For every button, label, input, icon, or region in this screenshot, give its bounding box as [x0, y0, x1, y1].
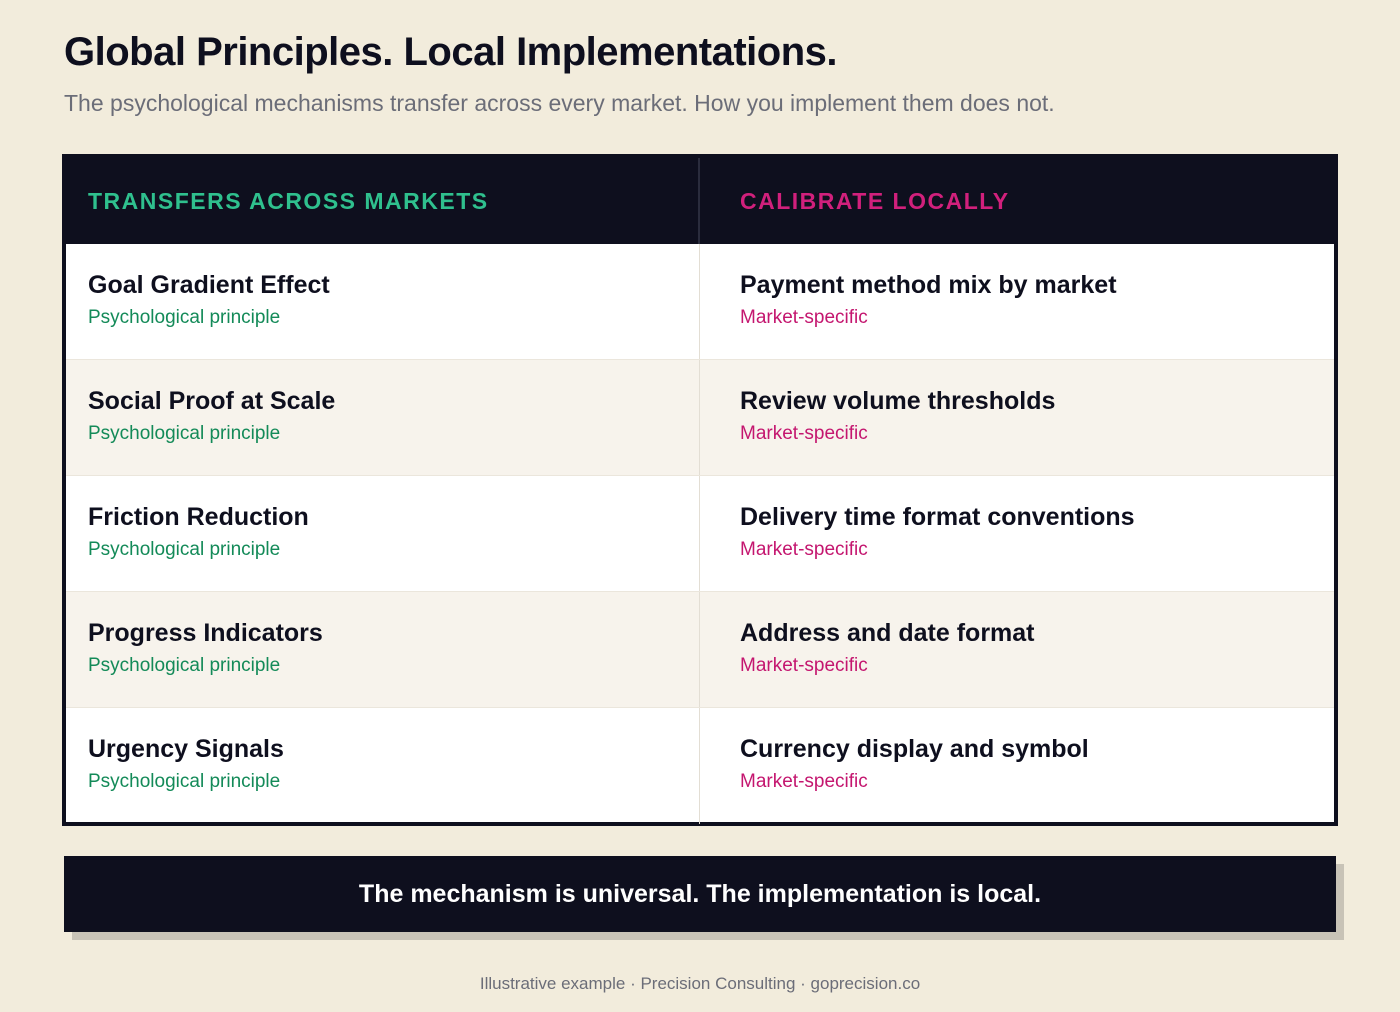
local-cell: Currency display and symbol Market-speci…: [700, 708, 1334, 824]
comparison-table: TRANSFERS ACROSS MARKETS CALIBRATE LOCAL…: [62, 154, 1338, 826]
local-title: Review volume thresholds: [740, 387, 1056, 415]
principle-tag: Psychological principle: [88, 307, 281, 328]
principle-title: Friction Reduction: [88, 503, 309, 531]
principle-cell: Friction Reduction Psychological princip…: [66, 476, 700, 591]
table-row: Goal Gradient Effect Psychological princ…: [66, 244, 1334, 360]
local-tag: Market-specific: [740, 771, 868, 792]
principle-tag: Psychological principle: [88, 423, 281, 444]
local-title: Delivery time format conventions: [740, 503, 1135, 531]
table-row: Urgency Signals Psychological principle …: [66, 708, 1334, 824]
local-cell: Address and date format Market-specific: [700, 592, 1334, 707]
local-tag: Market-specific: [740, 655, 868, 676]
table-row: Friction Reduction Psychological princip…: [66, 476, 1334, 592]
principle-cell: Progress Indicators Psychological princi…: [66, 592, 700, 707]
page-subtitle: The psychological mechanisms transfer ac…: [64, 90, 1055, 116]
local-title: Payment method mix by market: [740, 271, 1117, 299]
principle-title: Goal Gradient Effect: [88, 271, 330, 299]
principle-cell: Goal Gradient Effect Psychological princ…: [66, 244, 700, 359]
local-tag: Market-specific: [740, 423, 868, 444]
local-cell: Payment method mix by market Market-spec…: [700, 244, 1334, 359]
principle-tag: Psychological principle: [88, 771, 281, 792]
principle-cell: Social Proof at Scale Psychological prin…: [66, 360, 700, 475]
column-heading-transfers: TRANSFERS ACROSS MARKETS: [66, 158, 700, 244]
local-tag: Market-specific: [740, 539, 868, 560]
principle-cell: Urgency Signals Psychological principle: [66, 708, 700, 824]
column-heading-calibrate: CALIBRATE LOCALLY: [740, 187, 1010, 214]
local-cell: Delivery time format conventions Market-…: [700, 476, 1334, 591]
local-cell: Review volume thresholds Market-specific: [700, 360, 1334, 475]
local-tag: Market-specific: [740, 307, 868, 328]
principle-title: Social Proof at Scale: [88, 387, 336, 415]
local-title: Address and date format: [740, 619, 1035, 647]
principle-title: Progress Indicators: [88, 619, 323, 647]
table-row: Social Proof at Scale Psychological prin…: [66, 360, 1334, 476]
footer-credit: Illustrative example · Precision Consult…: [479, 974, 921, 993]
page-title: Global Principles. Local Implementations…: [64, 30, 838, 74]
table-header: TRANSFERS ACROSS MARKETS CALIBRATE LOCAL…: [66, 158, 1334, 244]
principle-tag: Psychological principle: [88, 655, 281, 676]
principle-tag: Psychological principle: [88, 539, 281, 560]
table-row: Progress Indicators Psychological princi…: [66, 592, 1334, 708]
principle-title: Urgency Signals: [88, 735, 284, 763]
summary-banner: The mechanism is universal. The implemen…: [64, 856, 1336, 932]
local-title: Currency display and symbol: [740, 735, 1089, 763]
